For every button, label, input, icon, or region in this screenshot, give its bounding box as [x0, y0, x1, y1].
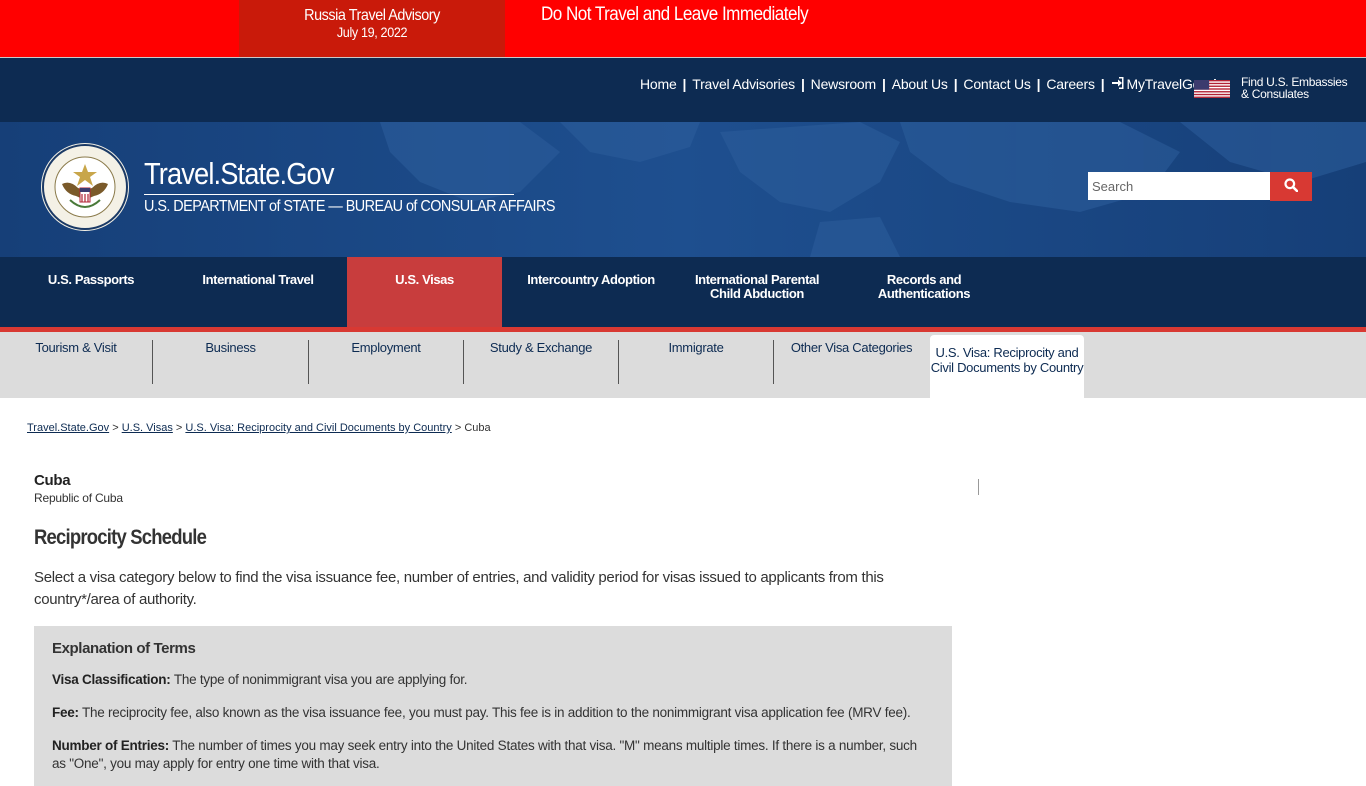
search-input[interactable]	[1088, 172, 1270, 200]
separator: |	[881, 76, 886, 92]
nav-tab-intercountry-adoption[interactable]: Intercountry Adoption	[516, 257, 666, 327]
subnav-study-exchange[interactable]: Study & Exchange	[464, 340, 618, 355]
site-title[interactable]: Travel.State.Gov	[144, 156, 334, 192]
alert-banner: Russia Travel Advisory July 19, 2022 Do …	[0, 0, 1366, 58]
search-icon	[1284, 178, 1299, 193]
nav-tab-parental-child-abduction[interactable]: International Parental Child Abduction	[682, 257, 832, 327]
breadcrumb-link-home[interactable]: Travel.State.Gov	[27, 422, 109, 434]
util-link-home[interactable]: Home	[636, 76, 681, 92]
subnav-tourism-visit[interactable]: Tourism & Visit	[0, 340, 152, 355]
column-divider	[978, 479, 979, 495]
find-embassies-link[interactable]: Find U.S. Embassies & Consulates	[1241, 76, 1348, 101]
term-label: Number of Entries:	[52, 738, 170, 753]
breadcrumb-separator: >	[112, 422, 119, 434]
util-link-about-us[interactable]: About Us	[888, 76, 952, 92]
subnav-employment[interactable]: Employment	[309, 340, 463, 355]
separator: |	[800, 76, 805, 92]
term-label: Fee:	[52, 705, 79, 720]
sign-in-icon	[1111, 77, 1124, 89]
terms-title: Explanation of Terms	[52, 640, 196, 657]
util-link-newsroom[interactable]: Newsroom	[807, 76, 880, 92]
explanation-of-terms-box: Explanation of Terms Visa Classification…	[34, 626, 952, 786]
advisory-link[interactable]: Russia Travel Advisory July 19, 2022	[239, 0, 505, 57]
search-button[interactable]	[1270, 172, 1312, 201]
subnav-business[interactable]: Business	[153, 340, 308, 355]
subnav-other-visa-categories[interactable]: Other Visa Categories	[774, 340, 929, 355]
term-text: The number of times you may seek entry i…	[52, 738, 917, 771]
country-full-name: Republic of Cuba	[34, 491, 123, 505]
nav-tab-passports[interactable]: U.S. Passports	[16, 257, 166, 327]
breadcrumb-link-us-visas[interactable]: U.S. Visas	[122, 422, 173, 434]
intro-text: Select a visa category below to find the…	[34, 569, 884, 608]
nav-tab-us-visas[interactable]: U.S. Visas	[347, 257, 502, 327]
advisory-message[interactable]: Do Not Travel and Leave Immediately	[541, 4, 809, 26]
term-label: Visa Classification:	[52, 672, 171, 687]
breadcrumb-current: Cuba	[464, 422, 491, 434]
subnav-reciprocity-active[interactable]: U.S. Visa: Reciprocity and Civil Documen…	[930, 335, 1084, 398]
separator: |	[953, 76, 958, 92]
subnav-immigrate[interactable]: Immigrate	[619, 340, 773, 355]
visa-sub-nav: Tourism & Visit Business Employment Stud…	[0, 332, 1366, 398]
embassies-line2: & Consulates	[1241, 87, 1309, 101]
country-name: Cuba	[34, 472, 71, 489]
site-subtitle: U.S. DEPARTMENT of STATE — BUREAU of CON…	[144, 198, 555, 215]
breadcrumb: Travel.State.Gov > U.S. Visas > U.S. Vis…	[27, 422, 491, 434]
separator: |	[682, 76, 687, 92]
term-text: The type of nonimmigrant visa you are ap…	[170, 672, 468, 687]
breadcrumb-separator: >	[454, 422, 462, 434]
term-fee: Fee: The reciprocity fee, also known as …	[52, 704, 932, 722]
util-link-careers[interactable]: Careers	[1042, 76, 1098, 92]
util-link-contact-us[interactable]: Contact Us	[959, 76, 1034, 92]
separator: |	[1100, 76, 1105, 92]
util-link-travel-advisories[interactable]: Travel Advisories	[688, 76, 799, 92]
term-text: The reciprocity fee, also known as the v…	[78, 705, 911, 720]
reciprocity-heading: Reciprocity Schedule	[34, 526, 207, 549]
nav-tab-records-authentications[interactable]: Records and Authentications	[846, 257, 1002, 327]
breadcrumb-link-reciprocity[interactable]: U.S. Visa: Reciprocity and Civil Documen…	[185, 422, 451, 434]
main-nav: U.S. Passports International Travel U.S.…	[0, 257, 1366, 327]
site-header: Travel.State.Gov U.S. DEPARTMENT of STAT…	[0, 122, 1366, 257]
separator: |	[1036, 76, 1041, 92]
title-divider	[144, 194, 514, 195]
term-visa-classification: Visa Classification: The type of nonimmi…	[52, 671, 932, 689]
department-of-state-seal[interactable]	[40, 142, 130, 232]
utility-nav: Home | Travel Advisories | Newsroom | Ab…	[0, 58, 1366, 122]
advisory-date: July 19, 2022	[336, 24, 408, 40]
nav-tab-international-travel[interactable]: International Travel	[183, 257, 333, 327]
advisory-title: Russia Travel Advisory	[304, 7, 440, 24]
breadcrumb-separator: >	[175, 422, 183, 434]
us-flag-icon[interactable]	[1194, 80, 1230, 98]
